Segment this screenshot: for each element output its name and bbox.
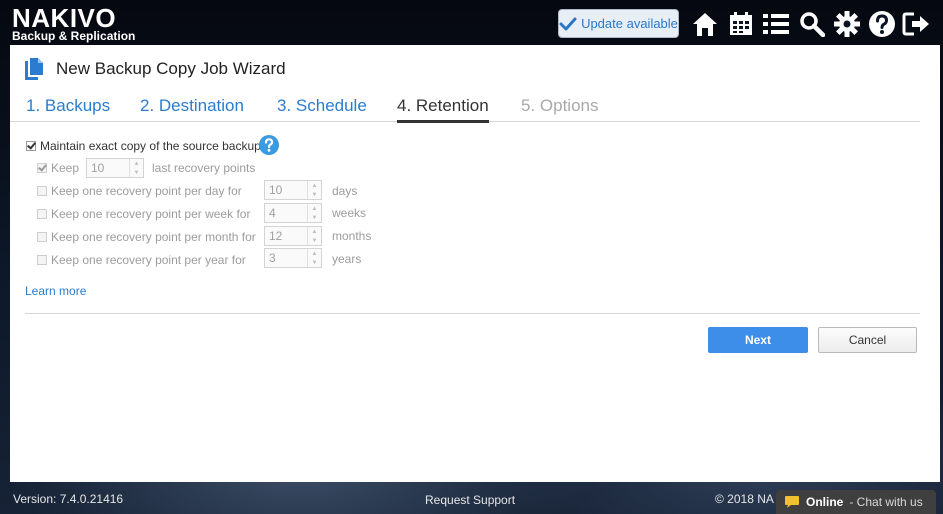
per-day-row: Keep one recovery point per day for [37,184,242,198]
nakivo-logo[interactable]: NAKIVO Backup & Replication [12,5,135,42]
update-available-label: Update available [581,16,678,31]
keep-last-checkbox[interactable] [37,163,47,173]
keep-last-value: 10 [91,161,105,175]
per-month-label: Keep one recovery point per month for [51,230,256,244]
keep-last-row: Keep [37,161,79,175]
per-year-stepper[interactable]: 3 ▲ ▼ [264,248,322,268]
per-week-unit: weeks [332,206,367,220]
per-month-checkbox[interactable] [37,232,47,242]
help-tooltip-icon[interactable] [259,135,279,155]
calendar-icon[interactable] [726,9,756,39]
keep-label: Keep [51,161,80,175]
per-month-value: 12 [269,229,283,243]
update-available-button[interactable]: Update available [558,9,679,38]
per-year-arrows[interactable]: ▲ ▼ [307,249,321,267]
per-month-arrows[interactable]: ▲ ▼ [307,227,321,245]
gear-icon[interactable] [832,9,862,39]
wizard-title: New Backup Copy Job Wizard [56,59,286,78]
version-label: Version: 7.4.0.21416 [13,492,124,506]
per-week-arrows[interactable]: ▲ ▼ [307,204,321,222]
per-day-checkbox[interactable] [37,186,47,196]
keep-last-arrows[interactable]: ▲ ▼ [129,159,143,177]
maintain-copy-checkbox[interactable] [26,141,36,151]
wizard-title-row: New Backup Copy Job Wizard [24,57,286,81]
per-year-label: Keep one recovery point per year for [51,253,246,267]
logo-name: NAKIVO [12,3,117,33]
document-copy-icon [25,58,43,80]
learn-more-link[interactable]: Learn more [25,284,86,298]
wizard-panel: New Backup Copy Job Wizard 1. Backups 2.… [10,45,940,482]
home-icon[interactable] [690,9,720,39]
list-icon[interactable] [761,9,791,39]
per-year-row: Keep one recovery point per year for [37,253,246,267]
per-month-unit: months [332,229,372,243]
chat-bubble-icon [785,496,799,508]
logout-icon[interactable] [902,9,932,39]
copyright-label: © 2018 NA [715,492,774,506]
per-day-label: Keep one recovery point per day for [51,184,242,198]
checkmark-icon [559,17,577,30]
keep-last-suffix: last recovery points [152,161,256,175]
per-week-stepper[interactable]: 4 ▲ ▼ [264,203,322,223]
help-icon[interactable] [867,9,897,39]
per-year-unit: years [332,252,362,266]
per-week-label: Keep one recovery point per week for [51,207,251,221]
divider [25,313,920,314]
per-week-row: Keep one recovery point per week for [37,207,250,221]
per-day-stepper[interactable]: 10 ▲ ▼ [264,180,322,200]
logo-subtitle: Backup & Replication [12,29,136,43]
wizard-tabs: 1. Backups 2. Destination 3. Schedule 4.… [10,95,920,123]
per-month-stepper[interactable]: 12 ▲ ▼ [264,226,322,246]
tab-schedule[interactable]: 3. Schedule [277,95,367,120]
per-week-checkbox[interactable] [37,209,47,219]
search-icon[interactable] [797,9,827,39]
per-day-value: 10 [269,183,283,197]
per-day-arrows[interactable]: ▲ ▼ [307,181,321,199]
chat-online-label: Online [806,495,844,509]
per-week-value: 4 [269,206,276,220]
per-day-unit: days [332,184,358,198]
per-month-row: Keep one recovery point per month for [37,230,256,244]
tab-retention[interactable]: 4. Retention [397,95,489,123]
maintain-copy-row: Maintain exact copy of the source backup [26,139,261,153]
tab-options: 5. Options [521,96,599,115]
next-button[interactable]: Next [708,327,808,353]
cancel-button[interactable]: Cancel [818,327,917,353]
per-year-checkbox[interactable] [37,255,47,265]
per-year-value: 3 [269,251,276,265]
tab-destination[interactable]: 2. Destination [140,95,244,120]
tab-backups[interactable]: 1. Backups [26,95,110,120]
request-support-link[interactable]: Request Support [425,493,515,507]
maintain-copy-label[interactable]: Maintain exact copy of the source backup [40,139,261,153]
chat-widget[interactable]: Online - Chat with us [776,490,936,514]
chat-with-us-label: - Chat with us [849,495,923,509]
keep-last-stepper[interactable]: 10 ▲ ▼ [86,158,144,178]
